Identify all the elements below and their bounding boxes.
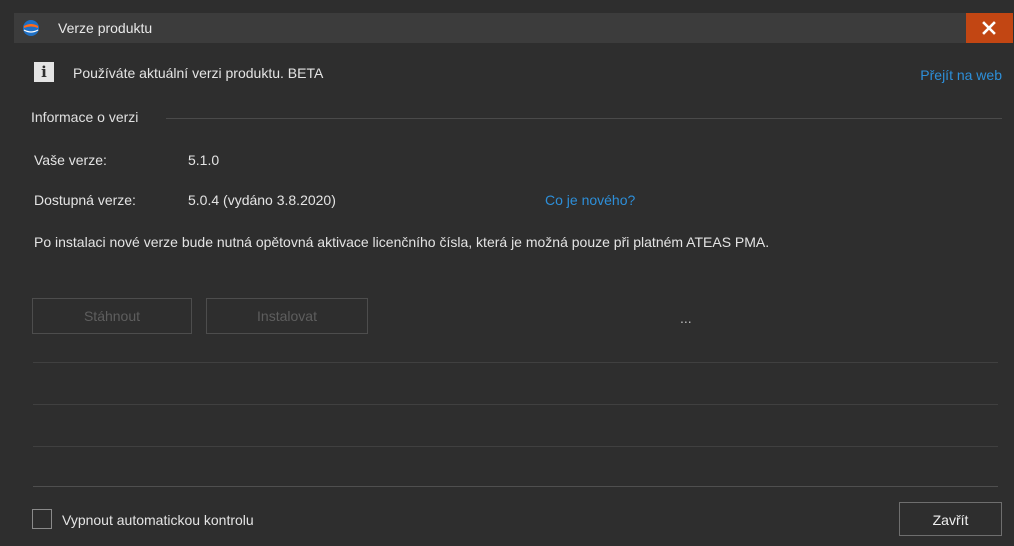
window-title: Verze produktu bbox=[58, 20, 153, 36]
footer-divider bbox=[33, 486, 998, 487]
close-icon bbox=[982, 21, 996, 35]
progress-track bbox=[33, 404, 998, 405]
whats-new-link[interactable]: Co je nového? bbox=[545, 192, 635, 208]
close-button[interactable]: Zavřít bbox=[899, 502, 1002, 536]
title-bar[interactable]: Verze produktu bbox=[14, 13, 1013, 43]
your-version-value: 5.1.0 bbox=[188, 152, 220, 168]
status-message: Používáte aktuální verzi produktu. BETA bbox=[73, 65, 324, 81]
version-dialog: Verze produktu i Používáte aktuální verz… bbox=[0, 0, 1014, 546]
reactivation-note: Po instalaci nové verze bude nutná opěto… bbox=[34, 234, 770, 250]
window-close-button[interactable] bbox=[966, 13, 1013, 43]
progress-track bbox=[33, 446, 998, 447]
progress-status-text: ... bbox=[680, 310, 692, 326]
group-divider bbox=[166, 118, 1002, 119]
your-version-label: Vaše verze: bbox=[34, 152, 107, 168]
app-globe-icon bbox=[23, 20, 39, 36]
progress-track bbox=[33, 362, 998, 363]
install-button[interactable]: Instalovat bbox=[206, 298, 368, 334]
download-button[interactable]: Stáhnout bbox=[32, 298, 192, 334]
available-version-value: 5.0.4 (vydáno 3.8.2020) bbox=[188, 192, 336, 208]
info-icon: i bbox=[34, 62, 54, 82]
disable-auto-check-label[interactable]: Vypnout automatickou kontrolu bbox=[62, 512, 254, 528]
version-group-label: Informace o verzi bbox=[31, 109, 139, 125]
go-to-web-link[interactable]: Přejít na web bbox=[920, 67, 1002, 83]
available-version-label: Dostupná verze: bbox=[34, 192, 136, 208]
disable-auto-check-checkbox[interactable] bbox=[32, 509, 52, 529]
